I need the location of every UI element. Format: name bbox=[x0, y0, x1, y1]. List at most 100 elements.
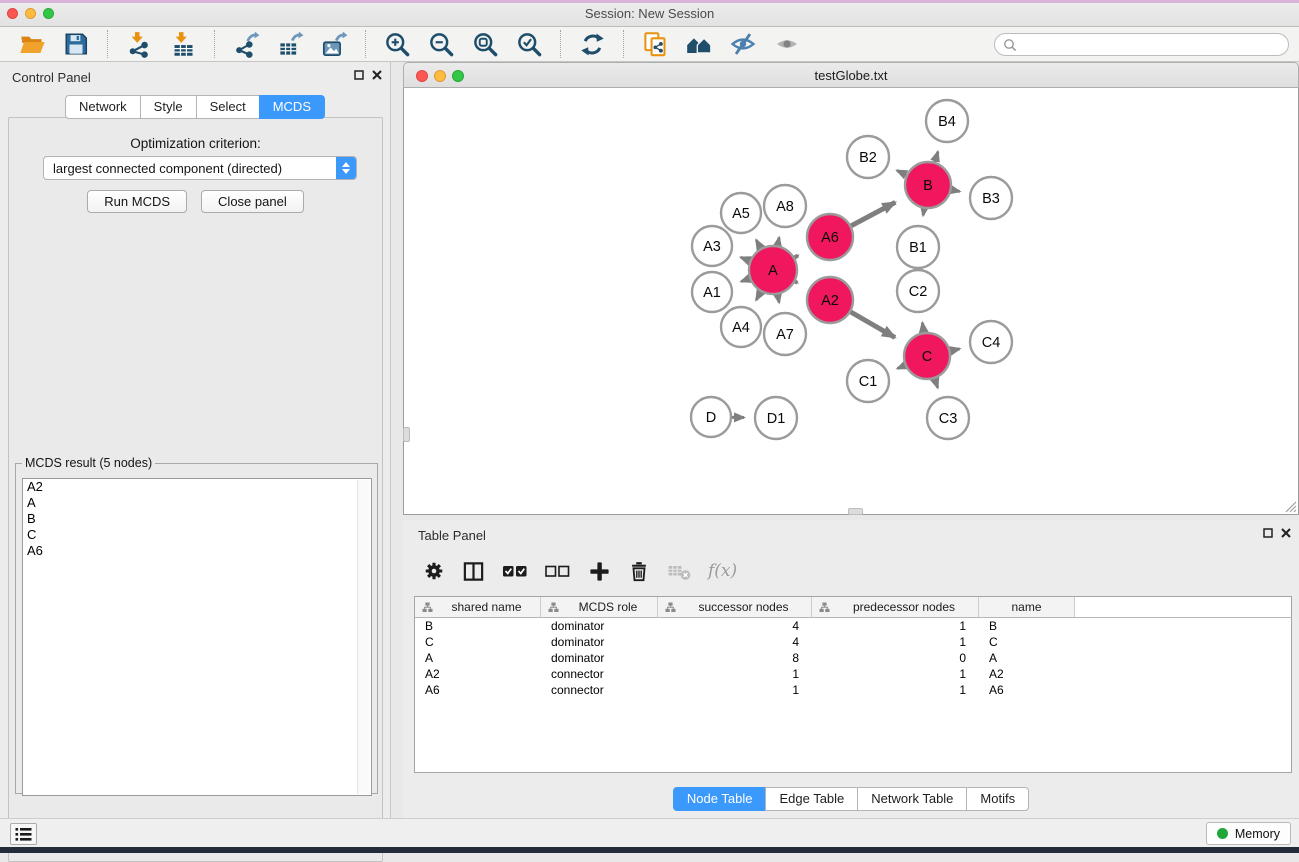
node-D1[interactable]: D1 bbox=[755, 397, 797, 439]
cell-predecessor-nodes[interactable]: 0 bbox=[812, 651, 979, 665]
cell-mcds-role[interactable]: connector bbox=[541, 667, 658, 681]
import-network-button[interactable] bbox=[122, 29, 156, 59]
panel-resize-handle[interactable] bbox=[403, 427, 410, 442]
tab-mcds[interactable]: MCDS bbox=[259, 95, 325, 119]
node-B2[interactable]: B2 bbox=[847, 136, 889, 178]
cell-mcds-role[interactable]: dominator bbox=[541, 651, 658, 665]
zoom-out-button[interactable] bbox=[424, 29, 458, 59]
zoom-fit-button[interactable] bbox=[468, 29, 502, 59]
tab-edge-table[interactable]: Edge Table bbox=[765, 787, 858, 811]
tab-select[interactable]: Select bbox=[196, 95, 260, 119]
node-C[interactable]: C bbox=[904, 333, 950, 379]
task-history-button[interactable] bbox=[10, 823, 37, 845]
node-B4[interactable]: B4 bbox=[926, 100, 968, 142]
cell-name[interactable]: A2 bbox=[979, 667, 1075, 681]
node-C1[interactable]: C1 bbox=[847, 360, 889, 402]
create-column-button[interactable] bbox=[588, 560, 611, 583]
cell-mcds-role[interactable]: dominator bbox=[541, 619, 658, 633]
cell-predecessor-nodes[interactable]: 1 bbox=[812, 619, 979, 633]
close-panel-icon[interactable] bbox=[1281, 528, 1291, 538]
tab-style[interactable]: Style bbox=[140, 95, 197, 119]
cell-name[interactable]: A bbox=[979, 651, 1075, 665]
column-header-name[interactable]: name bbox=[979, 597, 1075, 617]
node-C4[interactable]: C4 bbox=[970, 321, 1012, 363]
close-panel-icon[interactable] bbox=[372, 70, 382, 80]
mcds-result-item[interactable]: A2 bbox=[23, 479, 371, 495]
mcds-result-item[interactable]: A6 bbox=[23, 543, 371, 559]
export-network-button[interactable] bbox=[229, 29, 263, 59]
panel-resize-handle[interactable] bbox=[848, 508, 863, 515]
network-window-titlebar[interactable]: testGlobe.txt bbox=[403, 62, 1299, 88]
cell-shared-name[interactable]: A bbox=[415, 651, 541, 665]
cell-mcds-role[interactable]: connector bbox=[541, 683, 658, 697]
search-input[interactable] bbox=[1017, 36, 1288, 54]
hide-selected-button[interactable] bbox=[726, 29, 760, 59]
cell-predecessor-nodes[interactable]: 1 bbox=[812, 635, 979, 649]
edge-A6-B[interactable] bbox=[849, 202, 896, 227]
resize-grip-icon[interactable] bbox=[1281, 497, 1297, 513]
mcds-result-item[interactable]: B bbox=[23, 511, 371, 527]
zoom-selected-button[interactable] bbox=[512, 29, 546, 59]
table-row[interactable]: Cdominator41C bbox=[415, 634, 1291, 650]
home-button[interactable] bbox=[682, 29, 716, 59]
new-network-from-selection-button[interactable] bbox=[638, 29, 672, 59]
node-A5[interactable]: A5 bbox=[721, 193, 761, 233]
node-C2[interactable]: C2 bbox=[897, 270, 939, 312]
mcds-result-item[interactable]: A bbox=[23, 495, 371, 511]
column-header-successor-nodes[interactable]: successor nodes bbox=[658, 597, 812, 617]
table-row[interactable]: Bdominator41B bbox=[415, 618, 1291, 634]
node-A3[interactable]: A3 bbox=[692, 226, 732, 266]
run-mcds-button[interactable]: Run MCDS bbox=[87, 190, 187, 213]
show-column-panel-button[interactable] bbox=[462, 560, 485, 583]
table-row[interactable]: A2connector11A2 bbox=[415, 666, 1291, 682]
node-D[interactable]: D bbox=[691, 397, 731, 437]
tab-node-table[interactable]: Node Table bbox=[673, 787, 767, 811]
tab-network-table[interactable]: Network Table bbox=[857, 787, 967, 811]
float-panel-icon[interactable] bbox=[1263, 528, 1273, 538]
mcds-result-list[interactable]: A2ABCA6 bbox=[22, 478, 372, 796]
search-field[interactable] bbox=[994, 33, 1289, 56]
cell-successor-nodes[interactable]: 1 bbox=[658, 683, 812, 697]
node-B[interactable]: B bbox=[905, 162, 951, 208]
scrollbar-track[interactable] bbox=[357, 480, 370, 794]
cell-shared-name[interactable]: A2 bbox=[415, 667, 541, 681]
node-A6[interactable]: A6 bbox=[807, 214, 853, 260]
cell-name[interactable]: C bbox=[979, 635, 1075, 649]
cell-shared-name[interactable]: B bbox=[415, 619, 541, 633]
node-B1[interactable]: B1 bbox=[897, 226, 939, 268]
tab-motifs[interactable]: Motifs bbox=[966, 787, 1029, 811]
select-all-columns-button[interactable] bbox=[502, 560, 528, 582]
column-header-predecessor-nodes[interactable]: predecessor nodes bbox=[812, 597, 979, 617]
node-B3[interactable]: B3 bbox=[970, 177, 1012, 219]
float-panel-icon[interactable] bbox=[354, 70, 364, 80]
mcds-result-item[interactable]: C bbox=[23, 527, 371, 543]
node-A2[interactable]: A2 bbox=[807, 277, 853, 323]
memory-button[interactable]: Memory bbox=[1206, 822, 1291, 845]
export-table-button[interactable] bbox=[273, 29, 307, 59]
table-settings-button[interactable] bbox=[423, 560, 445, 582]
cell-name[interactable]: A6 bbox=[979, 683, 1075, 697]
node-A[interactable]: A bbox=[749, 246, 797, 294]
network-graph[interactable]: B4B2BB3A5A8A6A3B1AA1C2A2A4A7C4CC1C3DD1 bbox=[404, 88, 1298, 513]
cell-predecessor-nodes[interactable]: 1 bbox=[812, 667, 979, 681]
import-table-button[interactable] bbox=[166, 29, 200, 59]
cell-predecessor-nodes[interactable]: 1 bbox=[812, 683, 979, 697]
column-header-shared-name[interactable]: shared name bbox=[415, 597, 541, 617]
node-A4[interactable]: A4 bbox=[721, 307, 761, 347]
tab-network[interactable]: Network bbox=[65, 95, 141, 119]
column-header-mcds-role[interactable]: MCDS role bbox=[541, 597, 658, 617]
node-C3[interactable]: C3 bbox=[927, 397, 969, 439]
edge-A2-C[interactable] bbox=[848, 311, 895, 338]
refresh-view-button[interactable] bbox=[575, 29, 609, 59]
cell-mcds-role[interactable]: dominator bbox=[541, 635, 658, 649]
cell-shared-name[interactable]: C bbox=[415, 635, 541, 649]
network-canvas[interactable]: B4B2BB3A5A8A6A3B1AA1C2A2A4A7C4CC1C3DD1 bbox=[403, 88, 1299, 515]
show-all-button[interactable] bbox=[770, 29, 804, 59]
zoom-in-button[interactable] bbox=[380, 29, 414, 59]
deselect-all-columns-button[interactable] bbox=[545, 560, 571, 582]
cell-successor-nodes[interactable]: 4 bbox=[658, 635, 812, 649]
close-panel-button[interactable]: Close panel bbox=[201, 190, 304, 213]
node-A8[interactable]: A8 bbox=[764, 185, 806, 227]
table-row[interactable]: A6connector11A6 bbox=[415, 682, 1291, 698]
node-A7[interactable]: A7 bbox=[764, 313, 806, 355]
